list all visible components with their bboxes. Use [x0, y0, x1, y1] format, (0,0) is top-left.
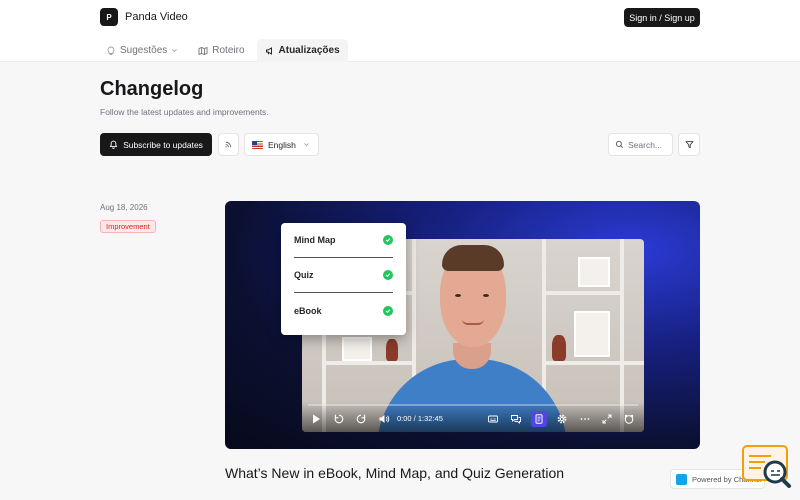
us-flag-icon [252, 140, 263, 149]
presenter-eye [483, 294, 489, 297]
document-icon [535, 414, 543, 424]
settings-button[interactable] [556, 413, 568, 425]
post-date: Aug 18, 2026 [100, 203, 148, 212]
check-icon [383, 305, 393, 316]
post-title[interactable]: What’s New in eBook, Mind Map, and Quiz … [225, 465, 564, 481]
feature-checklist: Mind Map Quiz eBook [281, 223, 406, 335]
shelf-decor [322, 361, 416, 365]
check-icon [383, 235, 393, 245]
shelf-decor [542, 361, 644, 365]
brand-logo: P [100, 8, 118, 26]
gear-icon [557, 414, 567, 424]
top-header: P Panda Video Sign in / Sign up Sugestõe… [0, 0, 800, 62]
shelf-decor [542, 291, 624, 295]
picture-frame [342, 337, 372, 361]
megaphone-icon [265, 46, 272, 55]
tab-roteiro[interactable]: Roteiro [190, 39, 252, 62]
search-icon [615, 140, 624, 149]
vase-decor [552, 335, 566, 361]
page-title: Changelog [100, 78, 204, 100]
captions-icon [488, 415, 498, 423]
chat-search-icon [742, 445, 791, 488]
presenter-eye [455, 294, 461, 297]
nav-tabs: Sugestões Roteiro Atualizações [98, 39, 348, 62]
post-media: 0:00 / 1:32:45 Mind Map Quiz eBook [225, 201, 700, 449]
tab-label: Sugestões [120, 45, 168, 56]
player-controls: 0:00 / 1:32:45 [302, 402, 644, 432]
progress-bar[interactable] [308, 404, 638, 406]
picture-frame [574, 311, 610, 357]
subscribe-button[interactable]: Subscribe to updates [100, 133, 212, 156]
chat-button[interactable] [510, 413, 522, 425]
tab-label: Roteiro [212, 45, 245, 56]
checklist-item: Mind Map [294, 223, 393, 258]
rss-icon [225, 141, 232, 148]
rewind-icon [334, 414, 344, 424]
tab-label: Atualizações [278, 45, 340, 56]
page-subtitle: Follow the latest updates and improvemen… [100, 107, 269, 117]
chevron-down-icon [172, 49, 178, 53]
subscribe-label: Subscribe to updates [123, 139, 203, 150]
time-readout: 0:00 / 1:32:45 [397, 414, 443, 423]
brand-name: Panda Video [125, 11, 188, 23]
presenter-mouth [462, 319, 484, 325]
tab-sugestoes[interactable]: Sugestões [98, 39, 186, 62]
language-select[interactable]: English [244, 133, 319, 156]
feedback-widget[interactable] [741, 444, 793, 492]
checklist-label: Quiz [294, 270, 314, 280]
filter-button[interactable] [678, 133, 700, 156]
vase-decor [386, 339, 398, 361]
picture-frame [578, 257, 610, 287]
more-icon [580, 418, 590, 420]
presenter-hair [442, 245, 504, 271]
search-input[interactable]: Search... [608, 133, 673, 156]
status-badge: Improvement [100, 220, 156, 233]
search-placeholder: Search... [628, 139, 663, 150]
volume-button[interactable] [378, 413, 390, 425]
lightbulb-icon [107, 46, 115, 55]
signin-button[interactable]: Sign in / Sign up [624, 8, 700, 27]
chevron-down-icon [303, 143, 309, 147]
volume-icon [379, 415, 390, 423]
panda-icon [624, 414, 634, 424]
filter-icon [684, 141, 694, 149]
checklist-item: eBook [294, 293, 393, 328]
rewind-button[interactable] [333, 413, 345, 425]
captions-button[interactable] [487, 413, 499, 425]
checklist-label: Mind Map [294, 235, 336, 245]
forward-button[interactable] [355, 413, 367, 425]
bell-icon [109, 140, 118, 149]
brand-button[interactable] [623, 413, 635, 425]
expand-icon [602, 414, 612, 424]
channel-logo-icon [676, 473, 687, 485]
check-icon [383, 270, 393, 280]
language-label: English [268, 139, 296, 150]
tab-atualizacoes[interactable]: Atualizações [256, 39, 348, 62]
checklist-item: Quiz [294, 258, 393, 293]
fullscreen-button[interactable] [601, 413, 613, 425]
map-icon [198, 46, 208, 55]
rss-button[interactable] [218, 133, 239, 156]
brand[interactable]: P Panda Video [100, 8, 188, 26]
chat-icon [511, 415, 521, 424]
checklist-label: eBook [294, 305, 322, 316]
play-button[interactable] [310, 413, 322, 425]
play-icon [313, 414, 320, 424]
more-button[interactable] [579, 413, 591, 425]
ebook-button[interactable] [531, 411, 547, 427]
forward-icon [356, 414, 366, 424]
